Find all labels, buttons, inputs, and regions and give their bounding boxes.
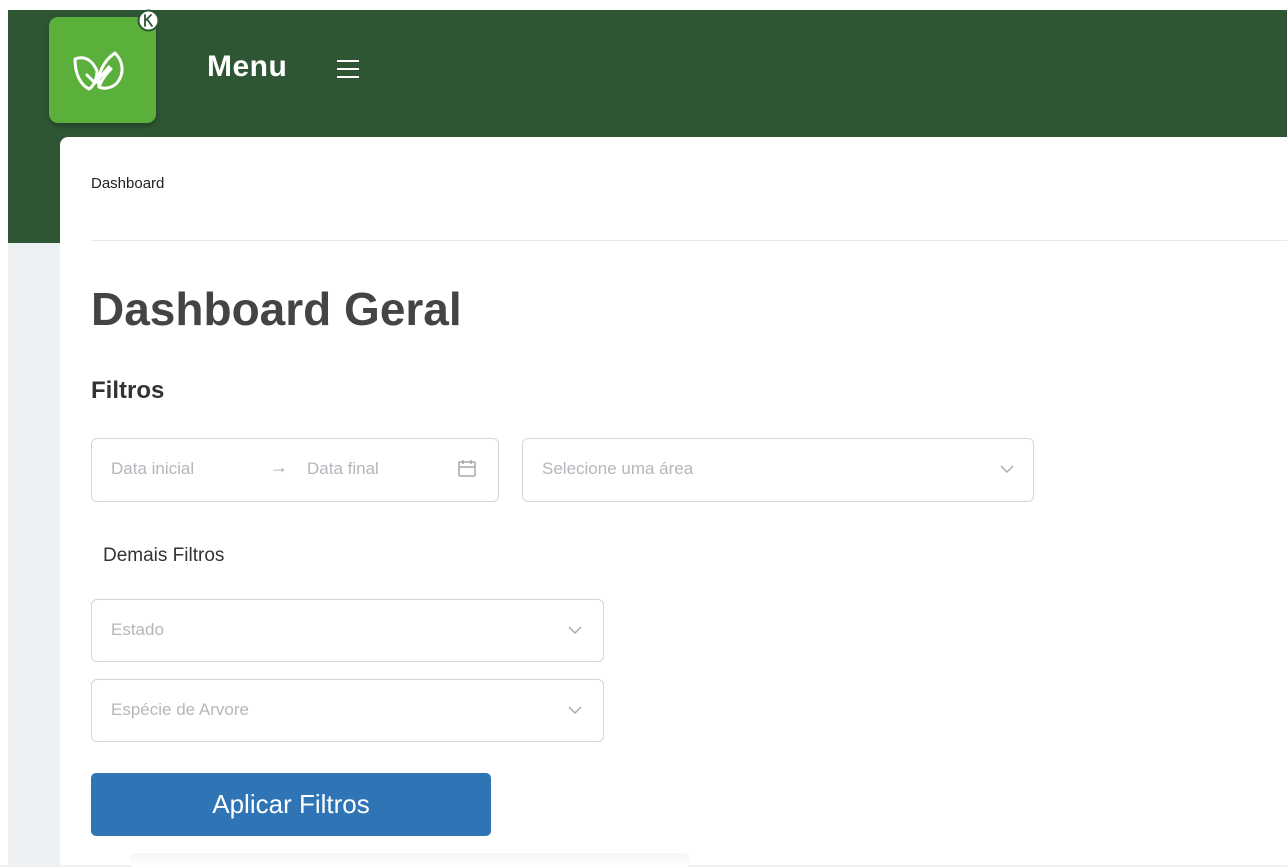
end-date-input[interactable]: Data final bbox=[307, 459, 379, 479]
menu-label[interactable]: Menu bbox=[207, 50, 287, 84]
area-select-placeholder: Selecione uma área bbox=[542, 459, 694, 478]
especie-select-placeholder: Espécie de Arvore bbox=[111, 700, 249, 719]
filters-heading: Filtros bbox=[91, 377, 165, 404]
breadcrumb: Dashboard bbox=[91, 175, 164, 192]
left-edge bbox=[0, 0, 8, 865]
breadcrumb-item-dashboard[interactable]: Dashboard bbox=[91, 175, 164, 192]
chevron-down-icon bbox=[1000, 465, 1014, 473]
leaf-heart-icon bbox=[73, 51, 124, 91]
chevron-down-icon bbox=[568, 706, 582, 714]
area-select[interactable]: Selecione uma área bbox=[522, 438, 1034, 502]
top-edge bbox=[0, 0, 1287, 10]
registered-mark-icon bbox=[137, 9, 160, 32]
calendar-icon[interactable] bbox=[457, 458, 477, 478]
divider bbox=[91, 240, 1287, 241]
especie-select[interactable]: Espécie de Arvore bbox=[91, 679, 604, 742]
estado-select-placeholder: Estado bbox=[111, 620, 164, 639]
range-arrow-icon: → bbox=[270, 457, 288, 477]
date-range-picker[interactable]: Data inicial → Data final bbox=[91, 438, 499, 502]
page-title: Dashboard Geral bbox=[91, 283, 462, 335]
hamburger-icon[interactable] bbox=[336, 58, 360, 80]
chevron-down-icon bbox=[568, 626, 582, 634]
estado-select[interactable]: Estado bbox=[91, 599, 604, 662]
start-date-input[interactable]: Data inicial bbox=[111, 459, 194, 479]
more-filters-label: Demais Filtros bbox=[103, 545, 225, 566]
main-content: Dashboard Dashboard Geral Filtros Data i… bbox=[60, 137, 1287, 867]
apply-filters-button[interactable]: Aplicar Filtros bbox=[91, 773, 491, 836]
app-logo[interactable] bbox=[49, 17, 156, 123]
